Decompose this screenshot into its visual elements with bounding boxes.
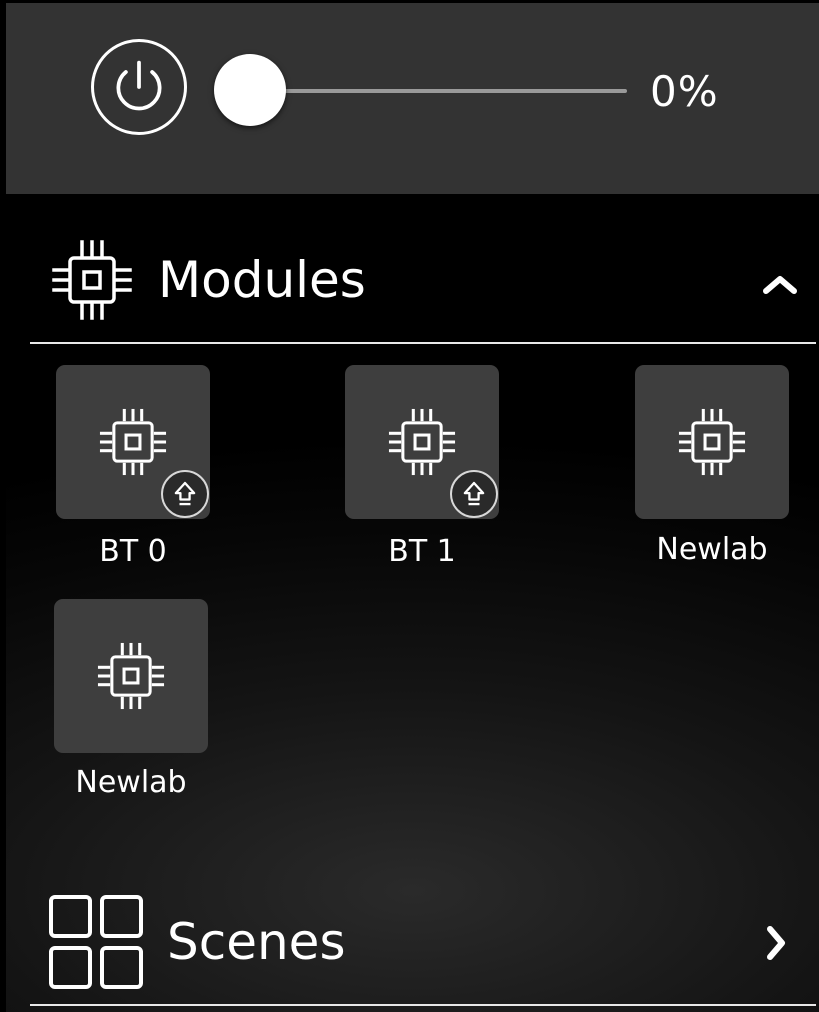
module-tile[interactable] (56, 365, 210, 519)
chip-icon (52, 240, 132, 320)
module-tile[interactable] (345, 365, 499, 519)
module-label: Newlab (656, 532, 768, 567)
chip-icon (678, 408, 746, 476)
module-tile[interactable] (54, 599, 208, 753)
grid-icon (49, 895, 143, 989)
update-arrow-icon (463, 481, 485, 506)
update-badge[interactable] (450, 470, 498, 518)
brightness-slider-track[interactable] (250, 89, 627, 93)
module-label: BT 1 (388, 534, 456, 569)
update-badge[interactable] (161, 470, 209, 518)
chip-icon (388, 408, 456, 476)
chip-icon (99, 408, 167, 476)
module-label: BT 0 (99, 534, 167, 569)
module-label: Newlab (75, 765, 187, 800)
modules-title: Modules (158, 251, 366, 309)
modules-section-header[interactable]: Modules (30, 222, 816, 344)
update-arrow-icon (174, 481, 196, 506)
power-button[interactable] (91, 39, 187, 135)
brightness-slider-thumb[interactable] (214, 54, 286, 126)
module-tile[interactable] (635, 365, 789, 519)
brightness-level-label: 0% (650, 67, 719, 116)
scenes-title: Scenes (167, 913, 346, 971)
power-icon (116, 60, 162, 111)
scenes-divider (30, 1004, 816, 1006)
chevron-up-icon[interactable] (760, 272, 800, 296)
scenes-section-header[interactable]: Scenes (30, 882, 816, 1006)
modules-divider (30, 342, 816, 344)
chip-icon (97, 642, 165, 710)
chevron-right-icon[interactable] (764, 923, 788, 963)
